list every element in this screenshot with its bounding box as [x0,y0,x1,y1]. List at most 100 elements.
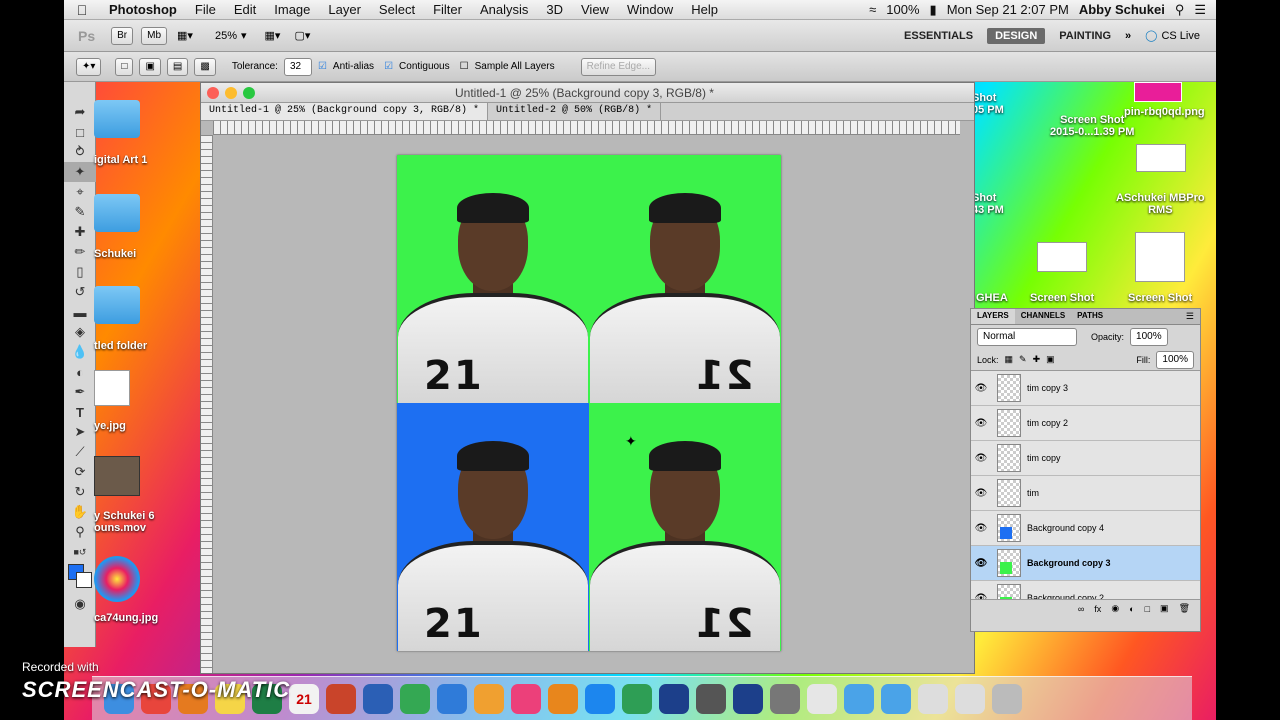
menu-edit[interactable]: Edit [225,2,265,17]
anti-alias-checkbox[interactable]: ☑ [318,61,327,72]
screen-mode-icon[interactable]: ▢▾ [294,29,310,42]
arrange-documents-icon[interactable]: ▦▾ [265,29,281,42]
fill-input[interactable]: 100% [1156,350,1194,369]
history-brush-tool-icon[interactable]: ↺ [64,282,96,302]
menu-select[interactable]: Select [370,2,424,17]
add-mask-icon[interactable]: ◉ [1111,603,1119,614]
desktop-thumb-doc[interactable] [1136,144,1186,172]
extras-menu-icon[interactable]: ▦▾ [177,29,193,42]
quick-mask-icon[interactable]: ◉ [64,594,96,614]
desktop-screenshot-2[interactable]: Screen Shot 2015-0...1.39 PM [1050,114,1134,138]
battery-percent[interactable]: 100% [886,2,919,17]
tab-untitled-1[interactable]: Untitled-1 @ 25% (Background copy 3, RGB… [201,103,489,120]
visibility-eye-icon[interactable]: 👁 [971,558,991,569]
more-workspaces-icon[interactable]: » [1125,30,1131,42]
desktop-file-tiedye[interactable]: ca74ung.jpg [94,556,158,624]
itunes-icon[interactable] [511,683,541,714]
keynote-icon[interactable] [437,683,467,714]
workspace-essentials[interactable]: ESSENTIALS [896,28,981,44]
powerpoint-icon[interactable] [326,683,356,714]
visibility-eye-icon[interactable]: 👁 [971,418,991,429]
visibility-eye-icon[interactable]: 👁 [971,523,991,534]
dodge-tool-icon[interactable]: ◐ [64,362,96,382]
magic-wand-tool-icon[interactable]: ✦ [64,162,96,182]
delete-layer-icon[interactable]: 🗑 [1179,603,1190,614]
trash-icon[interactable] [992,683,1022,714]
layer-row[interactable]: 👁 tim copy 3 [971,371,1200,406]
menu-3d[interactable]: 3D [537,2,572,17]
screenshot2-icon[interactable] [955,683,985,714]
screenshot-icon[interactable] [918,683,948,714]
cs-live-button[interactable]: CS Live [1161,30,1200,42]
layer-row[interactable]: 👁 tim copy 2 [971,406,1200,441]
menu-analysis[interactable]: Analysis [471,2,537,17]
calendar-icon[interactable]: 21 [289,683,319,714]
healing-brush-tool-icon[interactable]: ✚ [64,222,96,242]
layer-row[interactable]: 👁 tim copy [971,441,1200,476]
tolerance-input[interactable]: 32 [283,57,312,76]
visibility-eye-icon[interactable]: 👁 [971,488,991,499]
eraser-tool-icon[interactable]: ▬ [64,302,96,322]
type-tool-icon[interactable]: T [64,402,96,422]
wifi-icon[interactable]: ≈ [869,2,876,17]
default-colors-icon[interactable]: ■↺ [64,542,96,562]
3d-rotate-tool-icon[interactable]: ⟳ [64,462,96,482]
contiguous-checkbox[interactable]: ☑ [384,61,393,72]
background-color-swatch[interactable] [76,572,92,588]
photos-icon[interactable] [474,683,504,714]
subtract-selection-icon[interactable]: ▤ [166,57,189,76]
layer-row[interactable]: 👁 tim [971,476,1200,511]
zoom-level[interactable]: 25% [215,30,237,42]
lock-position-icon[interactable]: ✚ [1033,354,1041,365]
clone-stamp-tool-icon[interactable]: ▯ [64,262,96,282]
link-layers-icon[interactable]: ∞ [1078,604,1084,614]
menu-app-photoshop[interactable]: Photoshop [100,2,186,17]
adjustment-layer-icon[interactable]: ◐ [1129,604,1134,614]
lock-pixels-icon[interactable]: ✎ [1019,354,1027,365]
preview-icon[interactable] [770,683,800,714]
image-canvas[interactable]: 21 21 21 21 [397,155,781,651]
pen-tool-icon[interactable]: ✒ [64,382,96,402]
3d-orbit-tool-icon[interactable]: ↻ [64,482,96,502]
layer-style-icon[interactable]: fx [1094,604,1101,614]
desktop-mbpro[interactable]: ASchukei MBPro RMS [1116,192,1205,216]
desktop-file-dye[interactable]: ye.jpg [94,370,130,432]
visibility-eye-icon[interactable]: 👁 [971,453,991,464]
menu-file[interactable]: File [186,2,225,17]
lasso-tool-icon[interactable]: ⥁ [64,142,96,162]
folder-icon[interactable] [844,683,874,714]
tab-untitled-2[interactable]: Untitled-2 @ 50% (RGB/8) * [488,103,662,120]
paint-bucket-tool-icon[interactable]: ◈ [64,322,96,342]
workspace-painting[interactable]: PAINTING [1051,28,1119,44]
blend-mode-select[interactable]: Normal [977,328,1077,346]
brush-tool-icon[interactable]: ✏ [64,242,96,262]
bridge-button[interactable]: Br [111,26,134,45]
sample-all-checkbox[interactable]: ☐ [460,61,469,72]
close-icon[interactable] [207,86,219,99]
lock-transparent-icon[interactable]: ▦ [1005,354,1014,365]
photoshop-icon[interactable] [659,683,689,714]
apple-icon[interactable]:  [64,2,100,18]
numbers-icon[interactable] [400,683,430,714]
desktop-folder-digital-art[interactable]: igital Art 1 [94,100,147,166]
desktop-file-movie[interactable]: y Schukei 6 ouns.mov [94,456,155,534]
layer-row[interactable]: 👁 Background copy 3 [971,546,1200,581]
desktop-pin-png[interactable]: pin-rbq0qd.png [1124,82,1205,118]
panel-menu-icon[interactable]: ☰ [1180,309,1200,324]
desktop-screenshot-4[interactable]: Screen Shot [1030,242,1094,304]
move-tool-icon[interactable]: ➦ [64,102,96,122]
minimize-icon[interactable] [225,86,237,99]
intersect-selection-icon[interactable]: ▩ [194,57,216,76]
tab-paths[interactable]: PATHS [1071,309,1109,324]
refine-edge-button[interactable]: Refine Edge... [580,57,657,76]
menu-view[interactable]: View [572,2,618,17]
desktop-screenshot-1[interactable]: Shot 05 PM [972,92,1004,116]
workspace-design[interactable]: DESIGN [987,27,1046,44]
desktop-ghea[interactable]: GHEA [976,292,1008,304]
appstore-icon[interactable] [585,683,615,714]
notifications-icon[interactable]: ☰ [1194,2,1206,18]
desktop-untitled-folder[interactable]: tled folder [94,286,147,352]
tab-channels[interactable]: CHANNELS [1015,309,1071,324]
spotlight-icon[interactable]: ⚲ [1175,2,1185,18]
desktop-folder-schukei[interactable]: Schukei [94,194,140,260]
